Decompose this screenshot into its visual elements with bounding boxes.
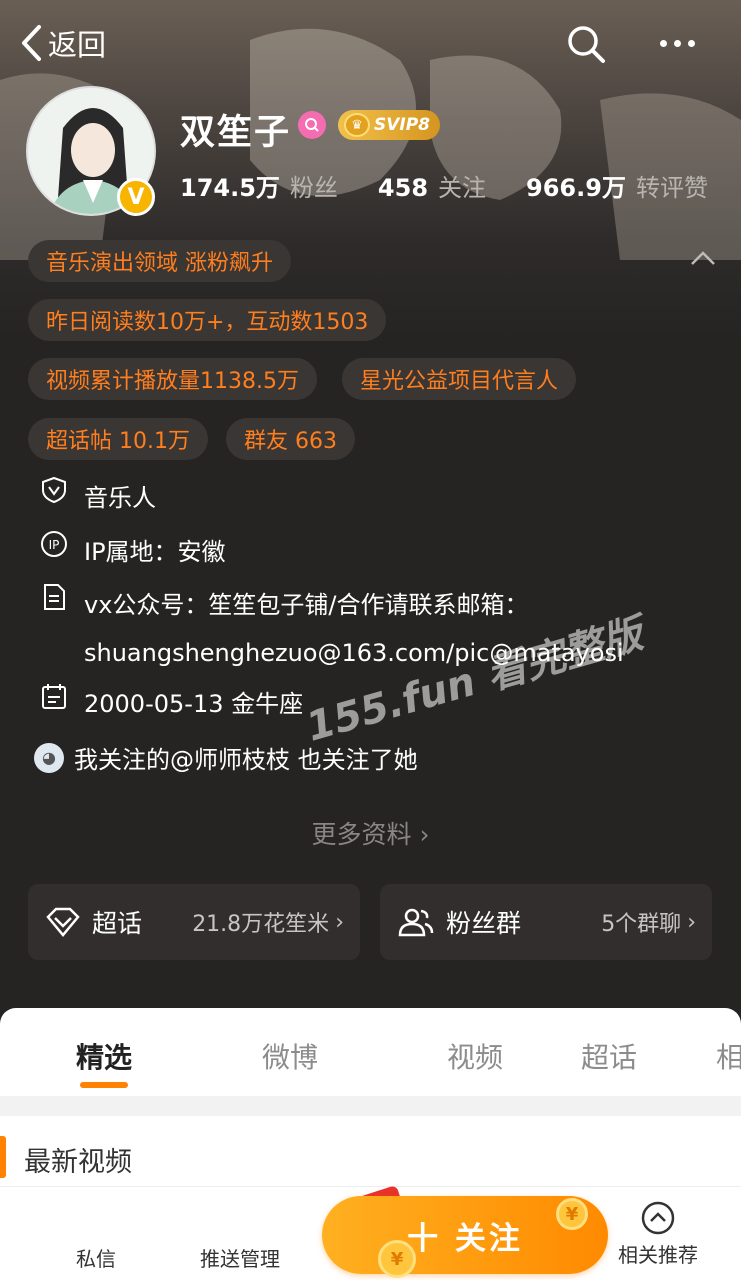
ip-location-icon: IP (40, 528, 68, 558)
profile-page: 返回 V 双笙子 ♛ SVIP8 174.5万 粉丝 458 关注 966.9万 转评… (0, 0, 741, 1280)
tag-reads[interactable]: 昨日阅读数10万+，互动数1503 (28, 299, 387, 341)
message-button[interactable]: 私信 (76, 1243, 116, 1272)
section-accent-bar (0, 1136, 6, 1178)
stat-following[interactable]: 458 关注 (378, 168, 486, 203)
top-bar: 返回 (0, 0, 741, 90)
chevron-right-icon: › (419, 820, 430, 849)
super-topic-card[interactable]: 超话 21.8万花笙米 › (28, 884, 360, 960)
tag-super-topic-posts[interactable]: 超话帖 10.1万 (28, 418, 208, 460)
super-topic-badge-icon[interactable] (298, 111, 326, 139)
dot (688, 40, 695, 47)
info-role: 音乐人 (40, 474, 156, 522)
info-bio: vx公众号：笙笙包子铺/合作请联系邮箱： shuangshenghezuo@163… (40, 581, 624, 677)
back-label: 返回 (48, 28, 107, 62)
bio-line-1: vx公众号：笙笙包子铺/合作请联系邮箱： (84, 591, 529, 619)
more-info-link[interactable]: 更多资料 › (0, 815, 741, 851)
profile-tabs: 精选 微博 视频 超话 相 (0, 1008, 741, 1096)
svip-label: SVIP8 (374, 115, 431, 135)
calendar-icon (40, 680, 68, 710)
mutual-follow-text: 我关注的@师师枝枝 也关注了她 (74, 746, 418, 774)
stat-value: 966.9万 (526, 174, 626, 202)
stat-value: 458 (377, 174, 429, 202)
chevron-right-icon: › (687, 909, 696, 935)
stat-label: 粉丝 (289, 174, 338, 202)
info-birthday: 2000-05-13 金牛座 (40, 680, 303, 728)
back-button[interactable]: 返回 (20, 22, 106, 64)
chevron-up-icon[interactable] (690, 250, 716, 266)
shield-icon (40, 474, 68, 504)
svip-badge[interactable]: ♛ SVIP8 (338, 110, 441, 140)
info-ip-text: IP属地：安徽 (84, 538, 226, 566)
card-value: 5个群聊 (601, 912, 682, 937)
document-icon (40, 581, 68, 611)
diamond-icon (46, 907, 80, 937)
tag-ambassador[interactable]: 星光公益项目代言人 (342, 358, 577, 400)
info-ip: IP IP属地：安徽 (40, 528, 226, 576)
fan-group-card[interactable]: 粉丝群 5个群聊 › (380, 884, 712, 960)
push-settings-button[interactable]: 推送管理 (200, 1243, 280, 1272)
tab-featured[interactable]: 精选 (76, 1036, 132, 1076)
chevron-up-circle-icon (641, 1201, 675, 1235)
search-badge-icon (305, 118, 319, 132)
stat-label: 转评赞 (635, 174, 708, 202)
tag-group-friends[interactable]: 群友 663 (226, 418, 355, 460)
card-title: 超话 (92, 909, 143, 938)
svg-text:IP: IP (49, 538, 60, 552)
stat-label: 关注 (438, 174, 487, 202)
info-role-text: 音乐人 (84, 484, 156, 512)
more-options-button[interactable] (660, 40, 695, 47)
group-icon (398, 907, 434, 937)
tab-indicator (80, 1082, 128, 1088)
mutual-avatar: ◕ (34, 742, 64, 773)
latest-videos-section: 最新视频 (0, 1130, 741, 1184)
coin-icon: ¥ (556, 1198, 588, 1230)
profile-stats: 174.5万 粉丝 458 关注 966.9万 转评赞 (180, 168, 741, 203)
tab-video[interactable]: 视频 (447, 1036, 503, 1076)
related-label: 相关推荐 (618, 1243, 698, 1267)
stat-value: 174.5万 (180, 174, 280, 202)
dot (660, 40, 667, 47)
info-bio-text: vx公众号：笙笙包子铺/合作请联系邮箱： shuangshenghezuo@163… (84, 581, 624, 677)
dot (674, 40, 681, 47)
coin-icon: ¥ (378, 1240, 416, 1278)
search-icon[interactable] (566, 24, 606, 64)
stat-interactions[interactable]: 966.9万 转评赞 (526, 168, 708, 203)
info-birthday-text: 2000-05-13 金牛座 (84, 690, 304, 718)
section-divider (0, 1096, 741, 1116)
stat-followers[interactable]: 174.5万 粉丝 (180, 168, 338, 203)
more-info-label: 更多资料 (311, 820, 412, 849)
profile-name: 双笙子 (180, 113, 292, 153)
bio-line-2: shuangshenghezuo@163.com/pic@matayosi (84, 639, 624, 667)
tag-trending[interactable]: 音乐演出领域 涨粉飙升 (28, 240, 291, 282)
tab-super-topic[interactable]: 超话 (581, 1036, 637, 1076)
card-value: 21.8万花笙米 (192, 912, 330, 937)
chevron-left-icon (22, 25, 41, 61)
tab-weibo[interactable]: 微博 (262, 1036, 318, 1076)
chevron-right-icon: › (335, 909, 344, 935)
tab-related[interactable]: 相 (716, 1036, 741, 1076)
tag-video-plays[interactable]: 视频累计播放量1138.5万 (28, 358, 317, 400)
mutual-follow-row[interactable]: ◕ 我关注的@师师枝枝 也关注了她 (34, 740, 418, 775)
section-title: 最新视频 (24, 1147, 132, 1178)
card-title: 粉丝群 (446, 909, 522, 938)
crown-icon: ♛ (344, 113, 370, 137)
related-recommend-button[interactable]: 相关推荐 (617, 1201, 699, 1268)
verified-badge-icon: V (117, 178, 155, 216)
